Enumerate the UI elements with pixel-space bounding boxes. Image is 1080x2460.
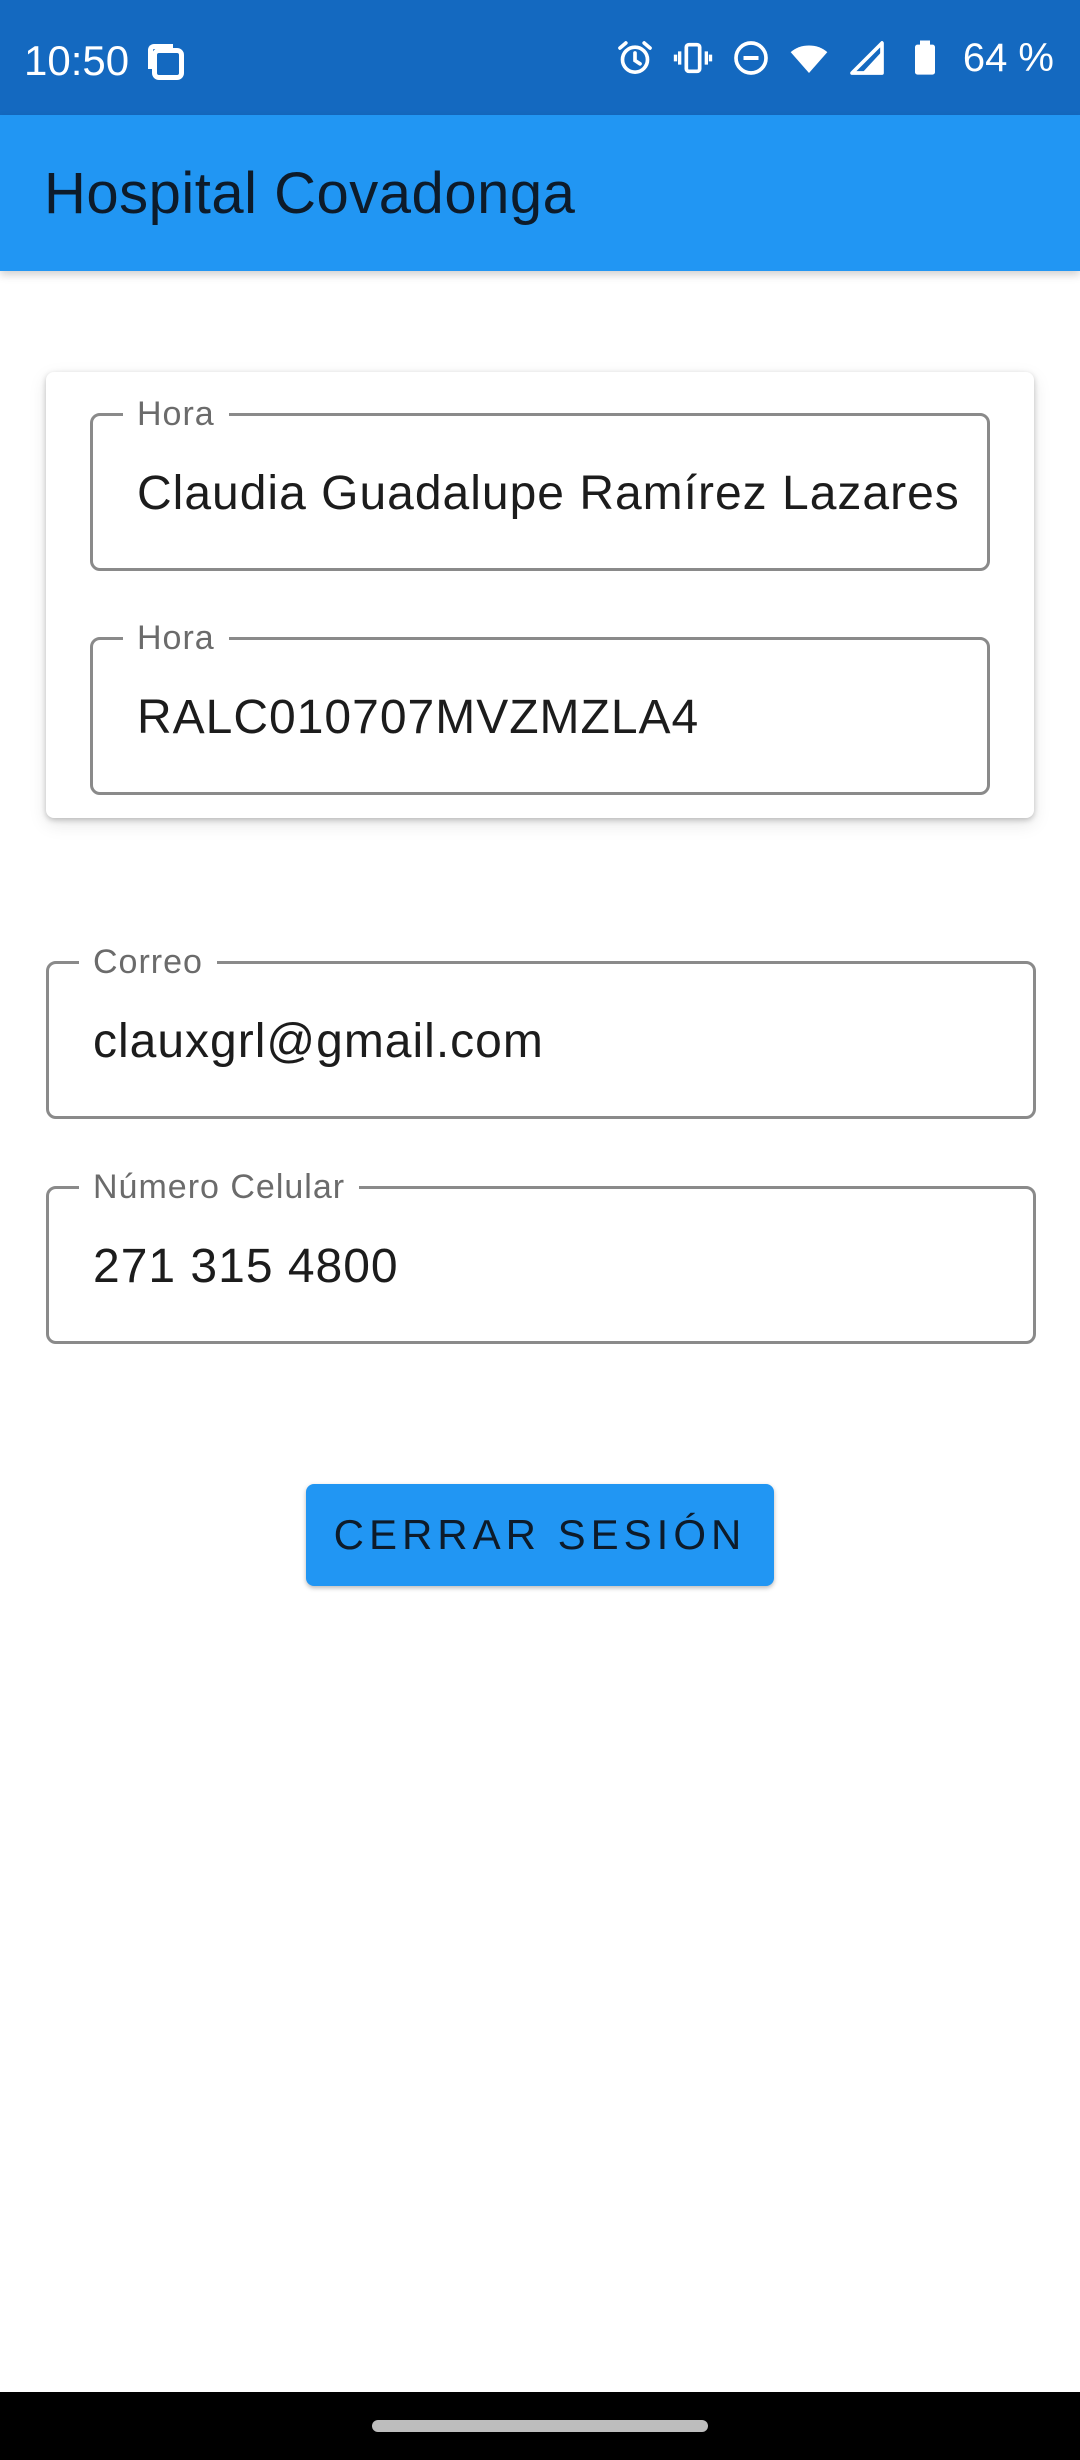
phone-field[interactable]: Número Celular 271 315 4800 [46, 1167, 1036, 1344]
curp-field-label: Hora [123, 618, 229, 658]
signal-icon [847, 38, 887, 78]
home-handle[interactable] [372, 2420, 708, 2432]
battery-icon [905, 38, 945, 78]
name-field[interactable]: Hora Claudia Guadalupe Ramírez Lazares [90, 394, 990, 571]
phone-field-label: Número Celular [79, 1167, 360, 1207]
status-time: 10:50 [24, 37, 130, 84]
do-not-disturb-icon [731, 38, 771, 78]
logout-button[interactable]: CERRAR SESIÓN [306, 1484, 774, 1586]
phone-field-value: 271 315 4800 [93, 1240, 399, 1293]
email-field-label: Correo [79, 942, 217, 982]
app-title: Hospital Covadonga [44, 161, 576, 226]
vibrate-icon [673, 38, 713, 78]
curp-field-value: RALC010707MVZMZLA4 [137, 691, 700, 744]
wifi-icon [789, 38, 829, 78]
curp-field[interactable]: Hora RALC010707MVZMZLA4 [90, 618, 990, 795]
email-field[interactable]: Correo clauxgrl@gmail.com [46, 942, 1036, 1119]
name-field-value: Claudia Guadalupe Ramírez Lazares [137, 467, 960, 520]
status-bar: 10:50 64 % [0, 0, 1080, 115]
email-field-value: clauxgrl@gmail.com [93, 1015, 544, 1068]
battery-percent: 64 % [962, 36, 1054, 80]
name-field-label: Hora [123, 394, 229, 434]
notification-square-icon [148, 44, 184, 80]
app-bar: Hospital Covadonga [0, 115, 1080, 271]
status-icons: 64 % [615, 38, 1054, 78]
alarm-icon [615, 38, 655, 78]
